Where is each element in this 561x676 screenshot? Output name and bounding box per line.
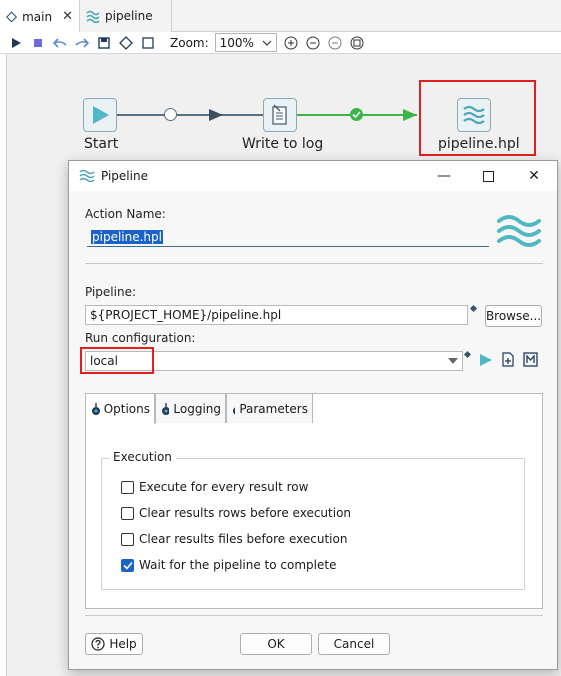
help-label: Help [109, 637, 137, 651]
checkbox[interactable] [121, 506, 134, 520]
checkbox-execute-every-row[interactable]: Execute for every result row [121, 480, 308, 494]
pipeline-dialog: Pipeline — ✕ Action Name: pipeline.hpl P… [68, 160, 558, 670]
browse-label: Browse... [485, 309, 542, 323]
tab-main[interactable]: main ✕ [0, 0, 80, 33]
action-name-value: pipeline.hpl [91, 229, 163, 244]
zoom-100-icon[interactable] [327, 35, 343, 51]
maximize-button[interactable] [465, 161, 511, 191]
cancel-button[interactable]: Cancel [318, 633, 390, 655]
close-icon[interactable]: ✕ [62, 9, 73, 24]
pipeline-path-input[interactable]: ${PROJECT_HOME}/pipeline.hpl [85, 305, 468, 325]
node-label-write-to-log: Write to log [242, 136, 324, 152]
workflow-icon [6, 10, 18, 23]
stop-icon[interactable] [30, 35, 46, 51]
separator [85, 263, 543, 264]
ok-label: OK [267, 637, 285, 651]
zoom-value: 100% [219, 35, 254, 50]
tab-options[interactable]: Options [85, 393, 155, 424]
help-icon [91, 637, 105, 651]
pipeline-icon [86, 10, 100, 23]
pipeline-logo-icon [497, 215, 541, 247]
close-button[interactable]: ✕ [511, 161, 557, 191]
tab-parameters[interactable]: Parameters [226, 393, 313, 423]
zoom-in-icon[interactable] [283, 35, 299, 51]
options-icon [92, 403, 100, 415]
run-icon[interactable] [479, 353, 493, 367]
tab-pipeline-label: pipeline [105, 9, 153, 23]
cancel-label: Cancel [333, 637, 375, 651]
action-name-input[interactable]: pipeline.hpl [87, 227, 489, 247]
checkbox-clear-result-rows[interactable]: Clear results rows before execution [121, 506, 351, 520]
chevron-down-icon [262, 40, 272, 46]
checkbox[interactable] [121, 532, 134, 546]
align-icon[interactable] [118, 35, 134, 51]
chevron-down-icon [448, 358, 458, 364]
unconditional-hop-icon [164, 108, 177, 121]
play-icon [93, 106, 109, 124]
parameters-icon [233, 406, 236, 415]
checkbox-clear-result-files[interactable]: Clear results files before execution [121, 532, 347, 546]
arrow-icon [209, 109, 223, 121]
minimize-button[interactable]: — [421, 161, 467, 191]
zoom-fit-icon[interactable] [349, 35, 365, 51]
undo-icon[interactable] [52, 35, 68, 51]
distribute-icon[interactable] [140, 35, 156, 51]
tab-parameters-label: Parameters [239, 401, 308, 416]
browse-button[interactable]: Browse... [485, 305, 542, 327]
checkbox-checked[interactable] [121, 558, 134, 572]
toolbar: Zoom: 100% [0, 32, 561, 54]
check-icon [122, 561, 133, 570]
new-config-icon[interactable] [501, 352, 515, 367]
zoom-select[interactable]: 100% [214, 33, 277, 52]
arrow-icon [403, 109, 417, 121]
write-to-log-node[interactable] [263, 98, 297, 132]
run-config-label: Run configuration: [85, 331, 196, 345]
save-icon[interactable] [96, 35, 112, 51]
help-button[interactable]: Help [85, 633, 143, 655]
separator [85, 615, 543, 616]
success-icon [350, 108, 363, 121]
checkbox-label: Execute for every result row [139, 480, 309, 494]
tab-options-label: Options [103, 402, 150, 416]
logging-icon [162, 402, 170, 415]
zoom-out-icon[interactable] [305, 35, 321, 51]
dialog-title: Pipeline [101, 169, 148, 183]
tab-pipeline[interactable]: pipeline [80, 0, 172, 32]
checkbox-label: Wait for the pipeline to complete [139, 558, 337, 572]
tab-logging-label: Logging [173, 401, 221, 416]
pipeline-label: Pipeline: [85, 285, 137, 299]
highlight-box-run-config [80, 347, 154, 374]
pipeline-icon [79, 169, 95, 183]
manage-config-icon[interactable] [523, 352, 538, 367]
checkbox-label: Clear results files before execution [139, 532, 348, 546]
node-label-start: Start [84, 136, 119, 152]
zoom-label: Zoom: [170, 35, 209, 50]
tab-logging[interactable]: Logging [155, 393, 226, 423]
start-node[interactable] [83, 98, 117, 132]
pipeline-path-value: ${PROJECT_HOME}/pipeline.hpl [90, 308, 282, 322]
variable-icon [469, 304, 478, 313]
redo-icon[interactable] [74, 35, 90, 51]
variable-icon [463, 350, 472, 359]
highlight-box-pipeline-node [419, 80, 536, 156]
checkbox-wait-for-pipeline[interactable]: Wait for the pipeline to complete [121, 558, 336, 572]
checkbox[interactable] [121, 480, 134, 494]
ok-button[interactable]: OK [240, 633, 312, 655]
checkbox-label: Clear results rows before execution [139, 506, 352, 520]
run-icon[interactable] [8, 35, 24, 51]
hop-start-write[interactable] [117, 114, 263, 116]
execution-group-title: Execution [109, 450, 176, 464]
tab-main-label: main [22, 9, 53, 24]
log-icon [272, 104, 287, 125]
file-tab-strip: main ✕ pipeline [0, 0, 561, 33]
action-name-label: Action Name: [85, 207, 166, 221]
